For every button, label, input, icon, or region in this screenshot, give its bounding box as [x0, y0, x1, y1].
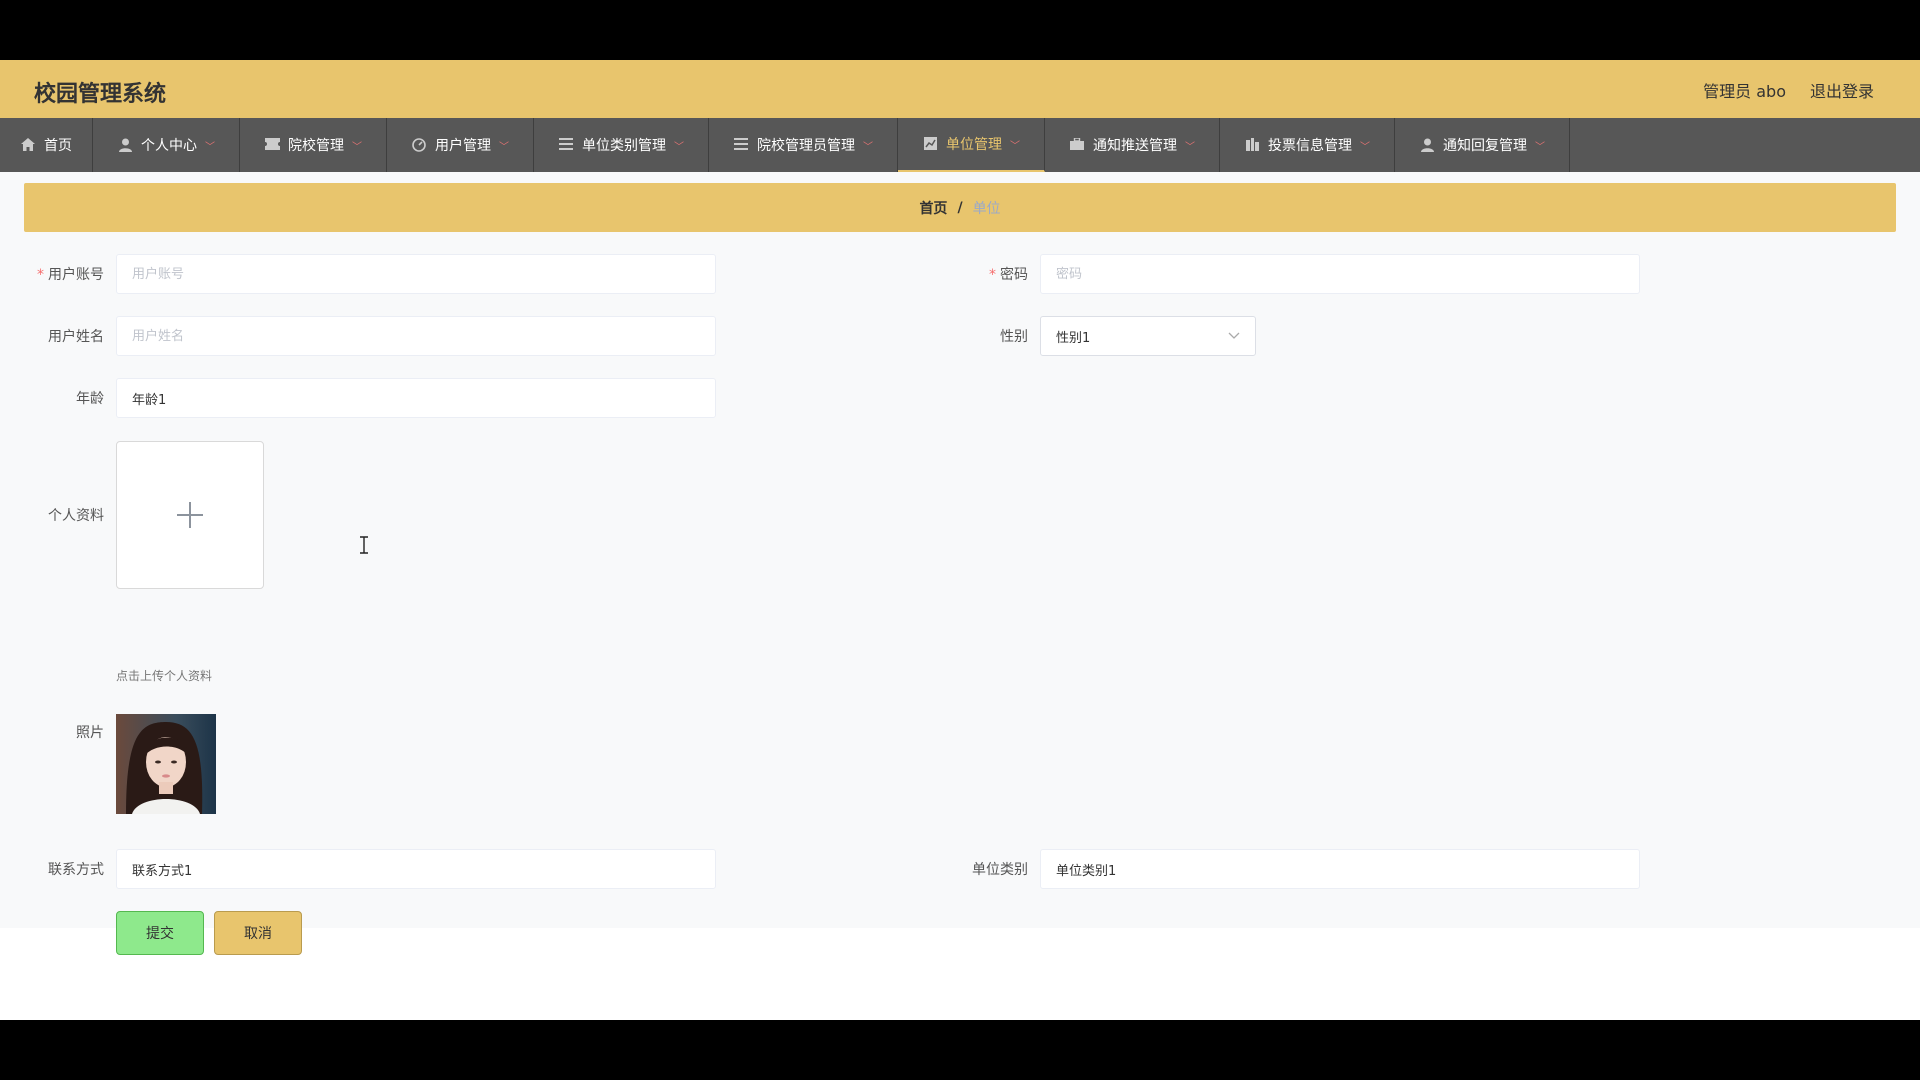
plus-icon: [177, 495, 203, 535]
building-icon: [1244, 138, 1260, 152]
nav-label: 投票信息管理: [1268, 138, 1352, 154]
contact-label: 联系方式: [48, 862, 104, 878]
nav-item-notice-push-management[interactable]: 通知推送管理 ﹀: [1045, 118, 1220, 172]
app-window: 校园管理系统 管理员 abo 退出登录 首页 个人中心 ﹀ 院校管理 ﹀ 用户管…: [0, 60, 1920, 1020]
form-row-age: 年龄: [12, 378, 716, 418]
chevron-down-icon: ﹀: [1535, 141, 1545, 153]
form-row-unit-type: 单位类别: [936, 849, 1640, 889]
breadcrumb-home[interactable]: 首页: [919, 198, 947, 218]
name-input[interactable]: [116, 316, 716, 356]
breadcrumb: 首页 / 单位: [24, 183, 1896, 232]
form-row-password: * 密码: [936, 254, 1640, 294]
header-actions: 管理员 abo 退出登录: [1703, 78, 1874, 102]
profile-upload-button[interactable]: [116, 441, 264, 589]
nav-label: 通知推送管理: [1093, 138, 1177, 154]
nav-label: 用户管理: [435, 138, 491, 154]
nav-item-vote-info-management[interactable]: 投票信息管理 ﹀: [1220, 118, 1395, 172]
form-row-photo: 照片: [12, 714, 216, 814]
home-icon: [20, 138, 36, 152]
chevron-down-icon: [1228, 330, 1240, 343]
nav-label: 院校管理员管理: [757, 138, 855, 154]
nav-item-user-management[interactable]: 用户管理 ﹀: [387, 118, 534, 172]
chevron-down-icon: ﹀: [205, 141, 215, 153]
user-icon: [117, 138, 133, 152]
gauge-icon: [411, 138, 427, 152]
list-icon: [733, 138, 749, 152]
nav-item-unit-management[interactable]: 单位管理 ﹀: [898, 118, 1045, 172]
chevron-down-icon: ﹀: [1185, 141, 1195, 153]
age-input[interactable]: [116, 378, 716, 418]
form-row-gender: 性别 性别1: [936, 316, 1256, 356]
photo-label: 照片: [76, 725, 104, 741]
nav-item-notice-reply-management[interactable]: 通知回复管理 ﹀: [1395, 118, 1570, 172]
chevron-down-icon: ﹀: [1010, 140, 1020, 152]
nav-label: 个人中心: [141, 138, 197, 154]
user-photo[interactable]: [116, 714, 216, 814]
nav-label: 单位管理: [946, 137, 1002, 153]
nav-item-home[interactable]: 首页: [0, 118, 93, 172]
nav-label: 单位类别管理: [582, 138, 666, 154]
nav-item-school-admin-management[interactable]: 院校管理员管理 ﹀: [709, 118, 898, 172]
chart-icon: [922, 137, 938, 151]
logout-link[interactable]: 退出登录: [1810, 78, 1874, 102]
form-actions: 提交 取消: [116, 911, 302, 955]
top-header: 校园管理系统 管理员 abo 退出登录: [0, 60, 1920, 118]
breadcrumb-current: 单位: [972, 200, 1001, 217]
chevron-down-icon: ﹀: [499, 141, 509, 153]
account-input[interactable]: [116, 254, 716, 294]
age-label: 年龄: [76, 391, 104, 407]
chevron-down-icon: ﹀: [352, 141, 362, 153]
chevron-down-icon: ﹀: [674, 141, 684, 153]
contact-input[interactable]: [116, 849, 716, 889]
chevron-down-icon: ﹀: [1360, 141, 1370, 153]
main-nav: 首页 个人中心 ﹀ 院校管理 ﹀ 用户管理 ﹀ 单位类别管理 ﹀ 院校管理员管理…: [0, 118, 1920, 172]
gender-select[interactable]: 性别1: [1040, 316, 1256, 356]
unit-type-input[interactable]: [1040, 849, 1640, 889]
gender-select-value: 性别1: [1056, 330, 1091, 346]
cancel-button[interactable]: 取消: [214, 911, 302, 955]
briefcase-icon: [1069, 137, 1085, 152]
breadcrumb-separator: /: [957, 199, 963, 216]
form-row-name: 用户姓名: [12, 316, 716, 356]
list-icon: [558, 138, 574, 152]
name-label: 用户姓名: [48, 329, 104, 345]
nav-item-school-management[interactable]: 院校管理 ﹀: [240, 118, 387, 172]
unit-type-label: 单位类别: [972, 862, 1028, 878]
password-input[interactable]: [1040, 254, 1640, 294]
user-icon: [1419, 138, 1435, 152]
nav-item-personal-center[interactable]: 个人中心 ﹀: [93, 118, 240, 172]
form-row-account: * 用户账号: [12, 254, 716, 294]
nav-item-unit-type-management[interactable]: 单位类别管理 ﹀: [534, 118, 709, 172]
nav-label: 首页: [44, 138, 72, 154]
gender-label: 性别: [1000, 329, 1028, 345]
submit-button[interactable]: 提交: [116, 911, 204, 955]
text-cursor-icon: [360, 536, 368, 554]
password-label: * 密码: [989, 267, 1028, 283]
profile-upload-tip: 点击上传个人资料: [116, 669, 213, 683]
account-label: * 用户账号: [37, 267, 104, 283]
form-row-profile: 个人资料: [12, 441, 264, 589]
admin-user-label[interactable]: 管理员 abo: [1703, 78, 1786, 102]
app-title: 校园管理系统: [34, 82, 167, 107]
nav-label: 院校管理: [288, 138, 344, 154]
nav-label: 通知回复管理: [1443, 138, 1527, 154]
ticket-icon: [264, 138, 280, 152]
chevron-down-icon: ﹀: [863, 141, 873, 153]
main-content: 首页 / 单位 *用户账号 *密码 用户姓名 性别 性别1: [0, 172, 1920, 955]
form-row-contact: 联系方式: [12, 849, 716, 889]
profile-label: 个人资料: [48, 508, 104, 524]
